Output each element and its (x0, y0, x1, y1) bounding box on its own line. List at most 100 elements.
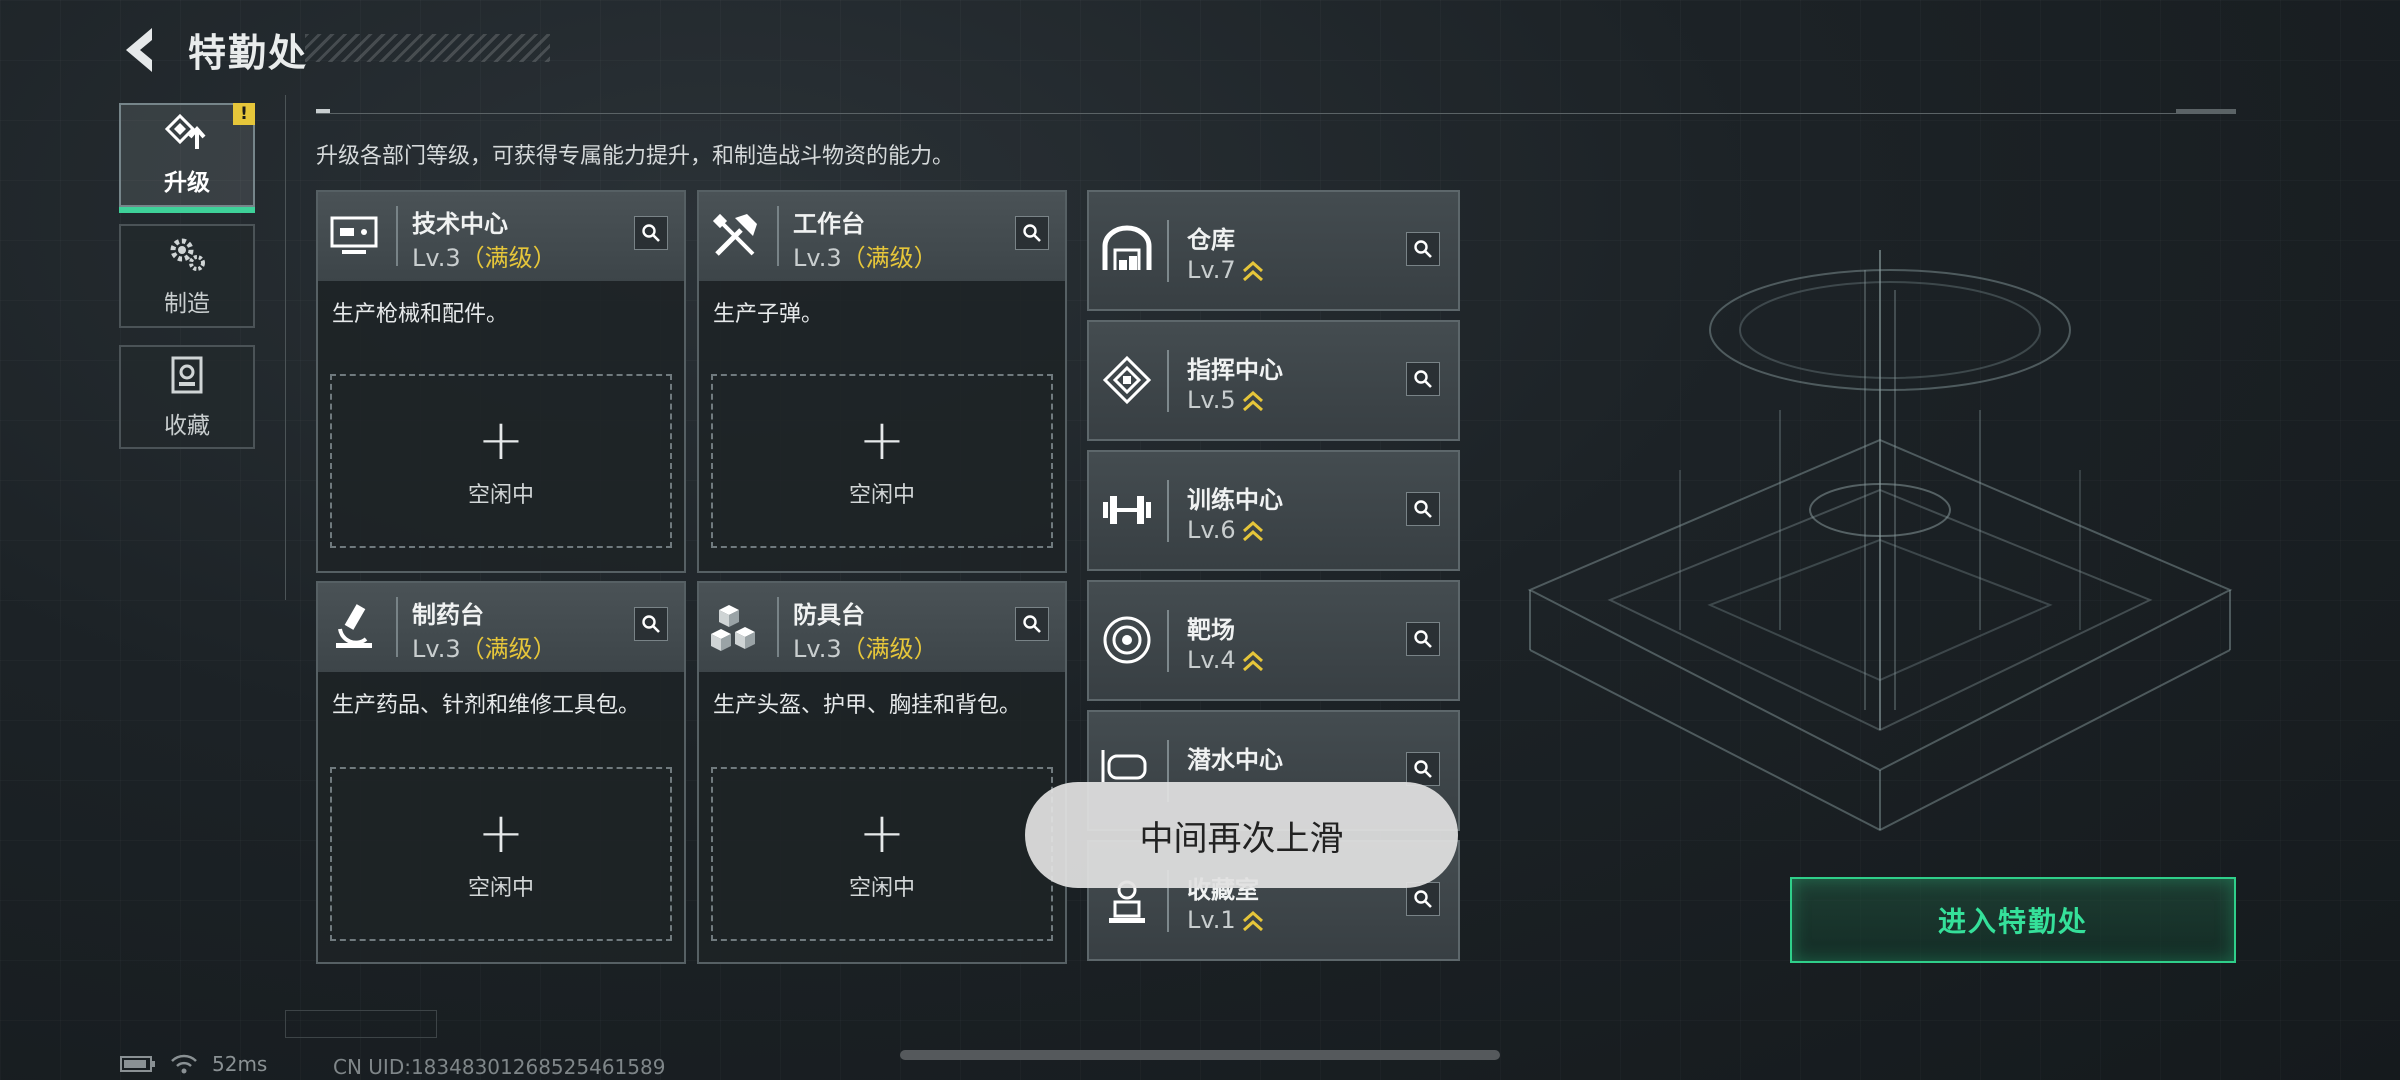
station-description: 生产枪械和配件。 (332, 302, 509, 327)
uid-text: CN UID:183483012685254615​89 (333, 1055, 666, 1079)
warehouse-icon (1102, 225, 1152, 270)
level-value: Lv.6 (1187, 516, 1236, 544)
station-card-tech-center[interactable]: 技术中心 Lv.3（满级） 生产枪械和配件。 + 空闲中 (316, 190, 686, 573)
production-slot[interactable]: + 空闲中 (330, 374, 672, 548)
station-description: 生产药品、针剂和维修工具包。 (332, 693, 641, 718)
station-card-workbench[interactable]: 工作台 Lv.3（满级） 生产子弹。 + 空闲中 (697, 190, 1067, 573)
decorative-frame (285, 1010, 437, 1038)
plus-icon: + (477, 408, 525, 473)
side-tab-label: 收藏 (164, 413, 210, 439)
separator (1167, 350, 1169, 412)
card-header: 工作台 Lv.3（满级） (699, 192, 1065, 281)
plus-icon: + (477, 801, 525, 866)
side-tab-label: 升级 (164, 170, 210, 196)
separator (777, 206, 779, 266)
inspect-button[interactable] (1406, 362, 1440, 396)
station-level: Lv.3（满级） (412, 238, 557, 273)
magnifier-icon (1414, 630, 1432, 648)
inspect-button[interactable] (1406, 622, 1440, 656)
magnifier-icon (1414, 760, 1432, 778)
inspect-button[interactable] (1015, 607, 1049, 641)
magnifier-icon (1414, 370, 1432, 388)
level-value: Lv.3 (412, 244, 461, 272)
back-arrow-icon (126, 28, 152, 72)
magnifier-icon (1023, 224, 1041, 242)
station-card-armor-bench[interactable]: 防具台 Lv.3（满级） 生产头盔、护甲、胸挂和背包。 + 空闲中 (697, 581, 1067, 964)
separator (1167, 220, 1169, 282)
facility-command-center[interactable]: 指挥中心 Lv.5 (1087, 320, 1460, 441)
upgrade-icon (164, 113, 206, 149)
magnifier-icon (1414, 240, 1432, 258)
wifi-icon (171, 1054, 197, 1074)
station-name: 防具台 (793, 601, 865, 629)
divider (316, 109, 330, 113)
armor-boxes-icon (711, 605, 755, 651)
separator (396, 597, 398, 657)
facility-level: Lv.5 (1187, 386, 1264, 414)
max-level-tag: （满级） (841, 244, 938, 272)
divider (316, 113, 2236, 114)
upgrade-available-icon (1242, 390, 1263, 412)
station-card-pharmacy[interactable]: 制药台 Lv.3（满级） 生产药品、针剂和维修工具包。 + 空闲中 (316, 581, 686, 964)
side-tab-collection[interactable]: 收藏 (119, 345, 255, 449)
upgrade-available-icon (1242, 520, 1263, 542)
inspect-button[interactable] (634, 216, 668, 250)
home-indicator[interactable] (900, 1050, 1500, 1060)
toast-text: 中间再次上滑 (1139, 818, 1344, 859)
upgrade-available-icon (1242, 650, 1263, 672)
slot-status: 空闲中 (467, 483, 534, 508)
toast-message: 中间再次上滑 (1025, 782, 1458, 888)
card-header: 技术中心 Lv.3（满级） (318, 192, 684, 281)
facility-level: Lv.7 (1187, 256, 1264, 284)
divider (285, 95, 286, 600)
side-tab-upgrade[interactable]: ! 升级 (119, 103, 255, 213)
facility-warehouse[interactable]: 仓库 Lv.7 (1087, 190, 1460, 311)
back-button[interactable] (118, 24, 166, 76)
station-level: Lv.3（满级） (793, 238, 938, 273)
computer-icon (330, 216, 378, 254)
separator (1167, 610, 1169, 672)
facility-name: 训练中心 (1187, 486, 1283, 514)
side-tab-craft[interactable]: 制造 (119, 224, 255, 328)
inspect-button[interactable] (634, 607, 668, 641)
max-level-tag: （满级） (460, 635, 557, 663)
level-value: Lv.3 (793, 635, 842, 663)
battery-icon (120, 1056, 155, 1072)
inspect-button[interactable] (1015, 216, 1049, 250)
facility-name: 指挥中心 (1187, 356, 1283, 384)
ping-text: 52ms (212, 1052, 268, 1076)
plus-icon: + (858, 408, 906, 473)
page-title: 特勤处 (188, 31, 309, 75)
facility-level: Lv.4 (1187, 646, 1264, 674)
intro-text: 升级各部门等级，可获得专属能力提升，和制造战斗物资的能力。 (316, 144, 955, 169)
enter-special-ops-button[interactable]: 进入特勤处 (1790, 877, 2236, 963)
station-description: 生产头盔、护甲、胸挂和背包。 (713, 693, 1022, 718)
inspect-button[interactable] (1406, 232, 1440, 266)
production-slot[interactable]: + 空闲中 (330, 767, 672, 941)
inspect-button[interactable] (1406, 752, 1440, 786)
station-level: Lv.3（满级） (412, 629, 557, 664)
magnifier-icon (1414, 500, 1432, 518)
plus-icon: + (858, 801, 906, 866)
microscope-icon (336, 604, 372, 648)
separator (396, 206, 398, 266)
production-slot[interactable]: + 空闲中 (711, 374, 1053, 548)
facility-training-center[interactable]: 训练中心 Lv.6 (1087, 450, 1460, 571)
level-value: Lv.3 (412, 635, 461, 663)
command-chip-icon (1102, 355, 1152, 405)
target-icon (1103, 616, 1151, 664)
facility-name: 靶场 (1187, 616, 1235, 644)
card-header: 制药台 Lv.3（满级） (318, 583, 684, 672)
production-slot[interactable]: + 空闲中 (711, 767, 1053, 941)
station-description: 生产子弹。 (713, 302, 824, 327)
max-level-tag: （满级） (841, 635, 938, 663)
slot-status: 空闲中 (848, 483, 915, 508)
upgrade-available-icon (1242, 910, 1263, 932)
magnifier-icon (642, 615, 660, 633)
level-value: Lv.3 (793, 244, 842, 272)
facility-shooting-range[interactable]: 靶场 Lv.4 (1087, 580, 1460, 701)
collection-icon (171, 356, 203, 394)
inspect-button[interactable] (1406, 492, 1440, 526)
level-value: Lv.4 (1187, 646, 1236, 674)
magnifier-icon (1023, 615, 1041, 633)
